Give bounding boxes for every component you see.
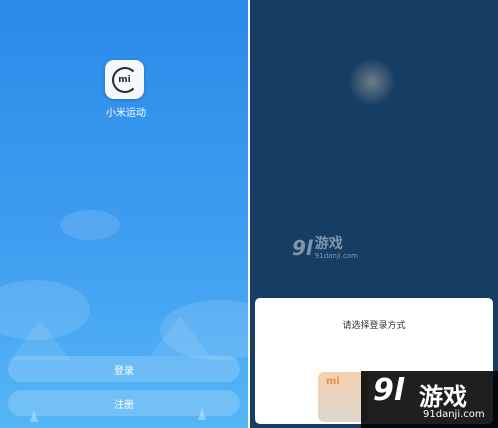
watermark-url: 91danji.com [423,409,485,420]
icon-ring: mi [111,66,138,93]
xiaomi-sports-welcome-screen: mi 小米运动 登录 注册 [0,0,248,428]
app-name: 小米运动 [106,108,146,119]
watermark-small-text-group: 游戏 91danji.com [315,236,358,260]
blurred-logo [348,58,396,106]
cloud-decoration [60,210,120,240]
watermark-text: 游戏 [419,383,467,411]
icon-mi-text: mi [118,74,131,85]
watermark-logo-mark: 9l [292,236,313,260]
mountain-decoration [150,316,210,356]
login-button[interactable]: 登录 [8,356,240,382]
watermark-small: 9l 游戏 91danji.com [292,236,358,260]
mountain-decoration [10,320,70,360]
site-watermark: 9l 游戏 91danji.com [361,371,498,428]
mi-fit-app-icon: mi [105,60,144,99]
watermark-small-url: 91danji.com [314,252,358,260]
sheet-title: 请选择登录方式 [342,321,406,331]
register-button[interactable]: 注册 [8,390,240,416]
mi-logo-text: mi [326,376,340,387]
watermark-small-text: 游戏 [314,236,343,252]
watermark-logo: 9l [373,373,405,408]
login-method-screen: 9l 游戏 91danji.com 请选择登录方式 mi [250,0,498,428]
